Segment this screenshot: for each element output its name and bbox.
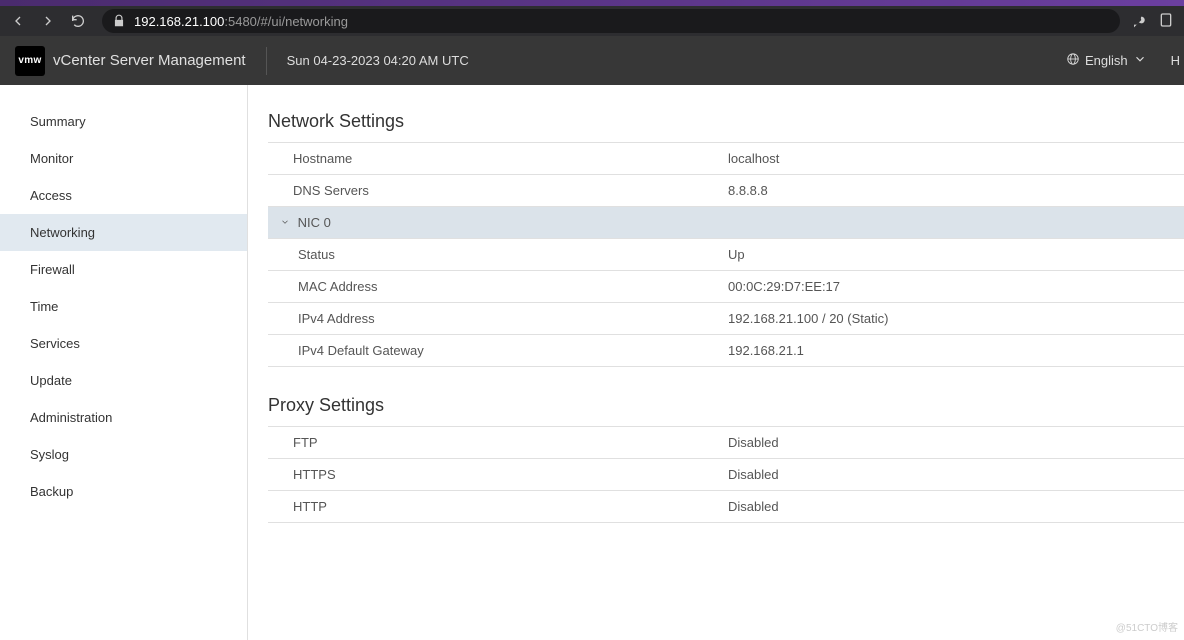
sidebar-item-firewall[interactable]: Firewall [0, 251, 247, 288]
sidebar-item-backup[interactable]: Backup [0, 473, 247, 510]
mac-value: 00:0C:29:D7:EE:17 [728, 271, 1184, 303]
vmware-logo: vmw [15, 46, 45, 76]
back-button[interactable] [6, 9, 30, 33]
ipv4addr-label: IPv4 Address [268, 303, 728, 335]
sidebar-item-monitor[interactable]: Monitor [0, 140, 247, 177]
app-title: vCenter Server Management [53, 52, 246, 69]
watermark: @51CTO博客 [1116, 619, 1178, 634]
mac-label: MAC Address [268, 271, 728, 303]
language-selector[interactable]: English [1066, 52, 1147, 69]
sidebar-item-services[interactable]: Services [0, 325, 247, 362]
lock-icon [112, 14, 126, 28]
network-settings-table: Hostname localhost DNS Servers 8.8.8.8 N… [268, 142, 1184, 367]
https-label: HTTPS [268, 459, 728, 491]
ftp-value: Disabled [728, 427, 1184, 459]
row-ipv4gw: IPv4 Default Gateway 192.168.21.1 [268, 335, 1184, 367]
row-http: HTTP Disabled [268, 491, 1184, 523]
browser-toolbar: 192.168.21.100:5480/#/ui/networking [0, 6, 1184, 36]
status-value: Up [728, 239, 1184, 271]
app-header: vmw vCenter Server Management Sun 04-23-… [0, 36, 1184, 85]
https-value: Disabled [728, 459, 1184, 491]
chevron-down-icon [280, 215, 290, 230]
nic-label: NIC 0 [298, 215, 331, 230]
sidebar-item-summary[interactable]: Summary [0, 103, 247, 140]
globe-icon [1066, 52, 1080, 69]
url-path: :5480/#/ui/networking [224, 14, 348, 29]
key-icon[interactable] [1132, 12, 1148, 31]
bookmark-icon[interactable] [1158, 12, 1174, 31]
row-ftp: FTP Disabled [268, 427, 1184, 459]
sidebar: Summary Monitor Access Networking Firewa… [0, 85, 248, 640]
http-value: Disabled [728, 491, 1184, 523]
url-host: 192.168.21.100 [134, 14, 224, 29]
ipv4gw-label: IPv4 Default Gateway [268, 335, 728, 367]
help-link[interactable]: H [1171, 53, 1180, 68]
ftp-label: FTP [268, 427, 728, 459]
row-hostname: Hostname localhost [268, 143, 1184, 175]
row-nic0[interactable]: NIC 0 [268, 207, 1184, 239]
row-ipv4addr: IPv4 Address 192.168.21.100 / 20 (Static… [268, 303, 1184, 335]
row-https: HTTPS Disabled [268, 459, 1184, 491]
hostname-value: localhost [728, 143, 1184, 175]
sidebar-item-syslog[interactable]: Syslog [0, 436, 247, 473]
header-divider [266, 47, 267, 75]
sidebar-item-access[interactable]: Access [0, 177, 247, 214]
dns-label: DNS Servers [268, 175, 728, 207]
sidebar-item-administration[interactable]: Administration [0, 399, 247, 436]
row-dns: DNS Servers 8.8.8.8 [268, 175, 1184, 207]
chevron-down-icon [1133, 52, 1147, 69]
reload-button[interactable] [66, 9, 90, 33]
hostname-label: Hostname [268, 143, 728, 175]
ipv4gw-value: 192.168.21.1 [728, 335, 1184, 367]
address-bar[interactable]: 192.168.21.100:5480/#/ui/networking [102, 9, 1120, 33]
status-label: Status [268, 239, 728, 271]
sidebar-item-update[interactable]: Update [0, 362, 247, 399]
proxy-settings-table: FTP Disabled HTTPS Disabled HTTP Disable… [268, 426, 1184, 523]
sidebar-item-time[interactable]: Time [0, 288, 247, 325]
main-content: Network Settings Hostname localhost DNS … [248, 85, 1184, 640]
http-label: HTTP [268, 491, 728, 523]
dns-value: 8.8.8.8 [728, 175, 1184, 207]
ipv4addr-value: 192.168.21.100 / 20 (Static) [728, 303, 1184, 335]
proxy-settings-title: Proxy Settings [268, 395, 1184, 416]
header-datetime: Sun 04-23-2023 04:20 AM UTC [287, 53, 469, 68]
forward-button[interactable] [36, 9, 60, 33]
network-settings-title: Network Settings [268, 111, 1184, 132]
language-label: English [1085, 53, 1128, 68]
sidebar-item-networking[interactable]: Networking [0, 214, 247, 251]
row-status: Status Up [268, 239, 1184, 271]
row-mac: MAC Address 00:0C:29:D7:EE:17 [268, 271, 1184, 303]
